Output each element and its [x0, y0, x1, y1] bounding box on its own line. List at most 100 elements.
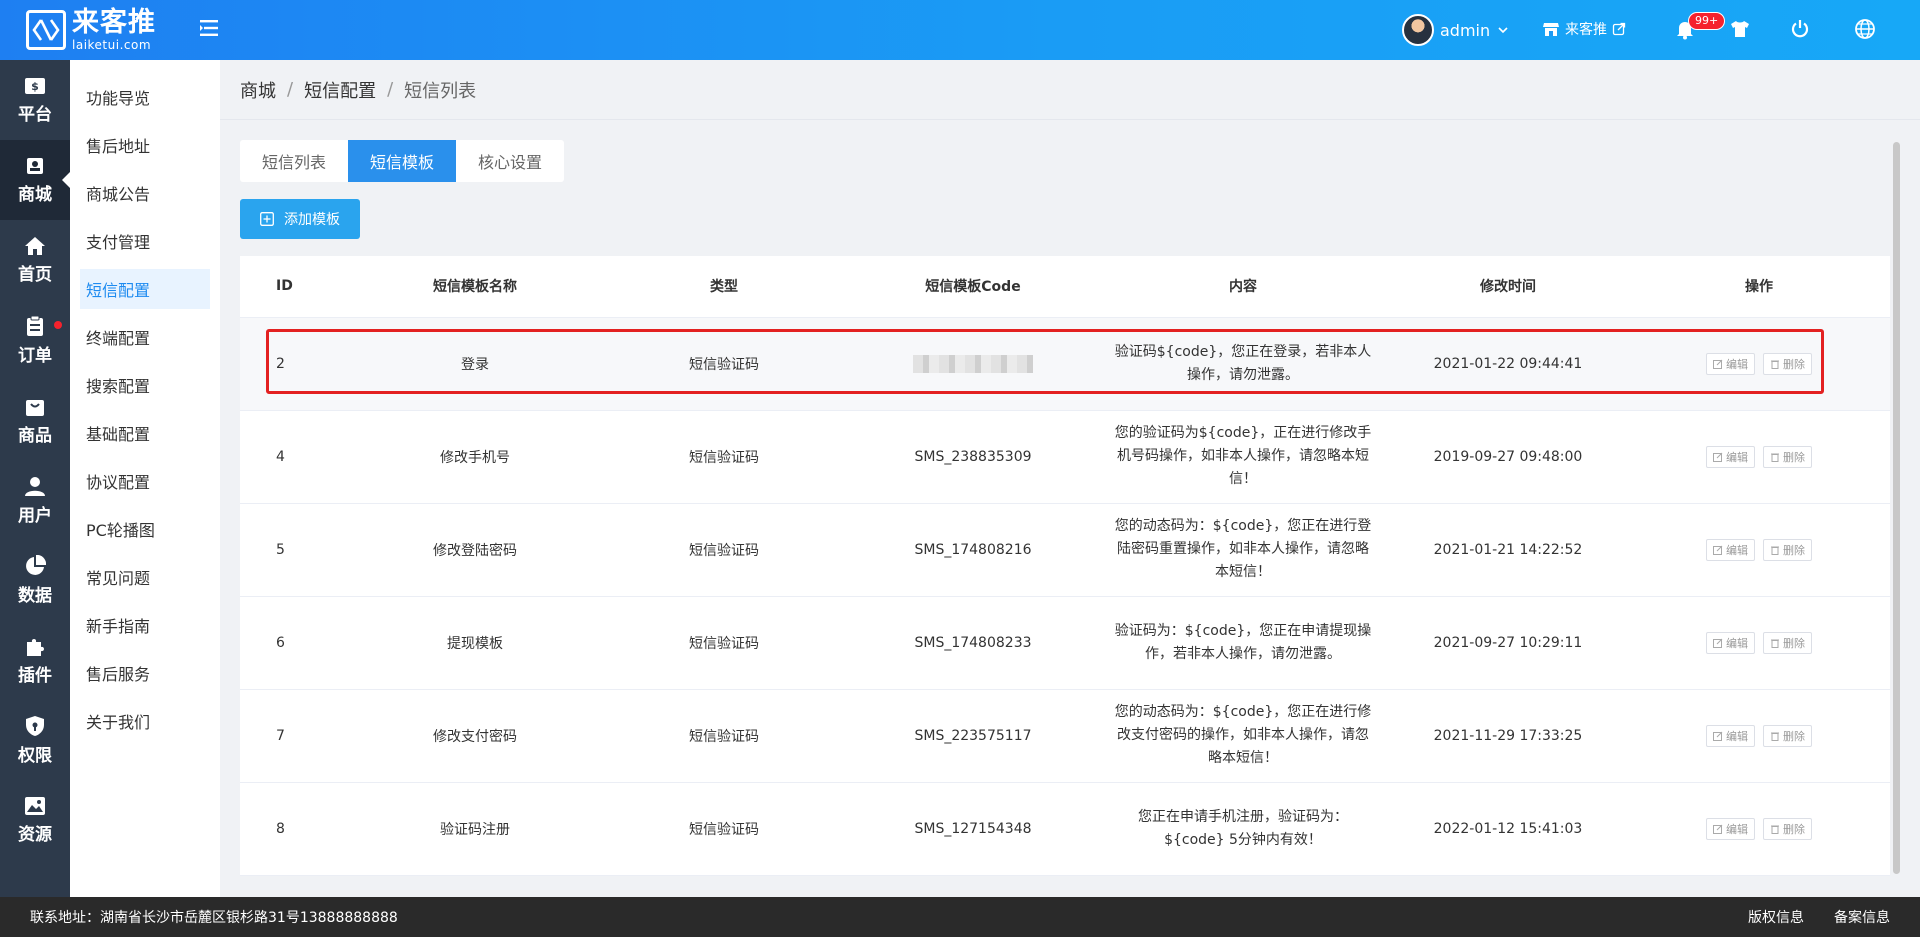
- logout-button[interactable]: [1789, 18, 1813, 42]
- cell-actions: 编辑 删除: [1628, 689, 1890, 783]
- cell-time: 2022-01-12 15:41:03: [1388, 782, 1628, 876]
- trash-icon: [1771, 732, 1779, 741]
- cell-id: 6: [240, 596, 350, 690]
- cell-name: 提现模板: [350, 596, 600, 690]
- cell-content: 您正在申请手机注册，验证码为：${code} 5分钟内有效！: [1098, 782, 1388, 876]
- shop-link[interactable]: 来客推: [1542, 19, 1626, 39]
- nav-label: 数据: [18, 585, 52, 606]
- delete-button[interactable]: 删除: [1763, 817, 1812, 840]
- shield-icon: [26, 715, 44, 736]
- nav-item-home[interactable]: 首页: [0, 220, 70, 300]
- nav-label: 首页: [18, 264, 52, 285]
- cell-time: 2021-09-27 10:29:11: [1388, 596, 1628, 690]
- main-nav: $ 平台 商城 首页 订单 商品 用户 数据 插件 权限 资源: [0, 60, 70, 897]
- edit-button[interactable]: 编辑: [1706, 445, 1755, 468]
- home-icon: [25, 236, 45, 255]
- delete-button[interactable]: 删除: [1763, 445, 1812, 468]
- vertical-scrollbar[interactable]: [1893, 142, 1900, 874]
- submenu-item[interactable]: 常见问题: [80, 557, 210, 597]
- content-text: 您正在申请手机注册，验证码为：${code} 5分钟内有效！: [1138, 808, 1348, 848]
- nav-label: 资源: [18, 824, 52, 845]
- breadcrumb-separator: /: [287, 79, 294, 100]
- external-link-icon: [1612, 22, 1626, 36]
- cell-actions: 编辑 删除: [1628, 503, 1890, 597]
- edit-label: 编辑: [1726, 730, 1748, 743]
- cell-id: 7: [240, 689, 350, 783]
- submenu-item[interactable]: 售后地址: [80, 125, 210, 165]
- submenu-item-sms-config[interactable]: 短信配置: [80, 269, 210, 309]
- edit-button[interactable]: 编辑: [1706, 538, 1755, 561]
- nav-item-plugins[interactable]: 插件: [0, 620, 70, 700]
- language-button[interactable]: [1854, 18, 1878, 42]
- add-template-button[interactable]: 添加模板: [240, 199, 360, 239]
- cell-time: 2021-01-22 09:44:41: [1388, 317, 1628, 411]
- tab-sms-template[interactable]: 短信模板: [348, 140, 457, 182]
- submenu-item[interactable]: 搜索配置: [80, 365, 210, 405]
- user-menu[interactable]: admin: [1402, 14, 1510, 46]
- footer-record-link[interactable]: 备案信息: [1834, 907, 1890, 927]
- nav-item-goods[interactable]: 商品: [0, 380, 70, 460]
- cell-code: SMS_223575117: [848, 689, 1098, 783]
- cell-actions: 编辑 删除: [1628, 782, 1890, 876]
- footer-copyright-link[interactable]: 版权信息: [1748, 907, 1804, 927]
- table-row: 2 登录 短信验证码 验证码${code}，您正在登录，若非本人操作，请勿泄露。…: [240, 317, 1890, 411]
- nav-label: 插件: [18, 665, 52, 686]
- edit-label: 编辑: [1726, 637, 1748, 650]
- submenu-item[interactable]: 功能导览: [80, 77, 210, 117]
- nav-item-platform[interactable]: $ 平台: [0, 60, 70, 140]
- tab-sms-list[interactable]: 短信列表: [240, 140, 348, 182]
- nav-item-data[interactable]: 数据: [0, 540, 70, 620]
- theme-button[interactable]: [1729, 18, 1753, 42]
- cell-actions: 编辑 删除: [1628, 317, 1890, 411]
- breadcrumb-item[interactable]: 短信配置: [304, 77, 376, 103]
- nav-item-store[interactable]: 商城: [0, 140, 70, 220]
- logo-name: 来客推: [72, 7, 156, 38]
- trash-icon: [1771, 546, 1779, 555]
- submenu-item[interactable]: 终端配置: [80, 317, 210, 357]
- submenu-item[interactable]: 支付管理: [80, 221, 210, 261]
- globe-icon: [1855, 19, 1875, 39]
- submenu-item[interactable]: 商城公告: [80, 173, 210, 213]
- edit-button[interactable]: 编辑: [1706, 631, 1755, 654]
- nav-item-permissions[interactable]: 权限: [0, 700, 70, 780]
- edit-icon: [1713, 452, 1723, 462]
- submenu-item[interactable]: PC轮播图: [80, 509, 210, 549]
- delete-label: 删除: [1783, 637, 1805, 650]
- submenu-item[interactable]: 协议配置: [80, 461, 210, 501]
- submenu-item[interactable]: 基础配置: [80, 413, 210, 453]
- cell-name: 验证码注册: [350, 782, 600, 876]
- edit-icon: [1713, 638, 1723, 648]
- table-row: 6 提现模板 短信验证码 SMS_174808233 验证码为：${code}，…: [240, 596, 1890, 690]
- nav-item-users[interactable]: 用户: [0, 460, 70, 540]
- tab-core-settings[interactable]: 核心设置: [456, 140, 564, 182]
- notification-bell[interactable]: 99+: [1674, 12, 1726, 42]
- cell-time: 2021-01-21 14:22:52: [1388, 503, 1628, 597]
- nav-item-orders[interactable]: 订单: [0, 300, 70, 380]
- nav-item-resources[interactable]: 资源: [0, 780, 70, 860]
- delete-button[interactable]: 删除: [1763, 538, 1812, 561]
- nav-label: 权限: [18, 745, 52, 766]
- edit-icon: [1713, 824, 1723, 834]
- edit-button[interactable]: 编辑: [1706, 724, 1755, 747]
- edit-button[interactable]: 编辑: [1706, 352, 1755, 375]
- delete-label: 删除: [1783, 451, 1805, 464]
- delete-button[interactable]: 删除: [1763, 352, 1812, 375]
- sub-menu: 功能导览 售后地址 商城公告 支付管理 短信配置 终端配置 搜索配置 基础配置 …: [70, 60, 220, 897]
- submenu-item[interactable]: 关于我们: [80, 701, 210, 741]
- breadcrumb-item[interactable]: 商城: [240, 77, 276, 103]
- submenu-item[interactable]: 新手指南: [80, 605, 210, 645]
- edit-button[interactable]: 编辑: [1706, 817, 1755, 840]
- cell-actions: 编辑 删除: [1628, 596, 1890, 690]
- logo[interactable]: 来客推 laiketui.com: [26, 9, 156, 51]
- cell-content: 您的动态码为：${code}，您正在进行修改支付密码的操作，如非本人操作，请忽略…: [1098, 689, 1388, 783]
- tab-bar: 短信列表 短信模板 核心设置: [240, 140, 565, 182]
- delete-button[interactable]: 删除: [1763, 631, 1812, 654]
- submenu-item[interactable]: 售后服务: [80, 653, 210, 693]
- cell-name: 修改登陆密码: [350, 503, 600, 597]
- column-header: ID: [240, 256, 350, 318]
- delete-button[interactable]: 删除: [1763, 724, 1812, 747]
- notification-dot: [54, 321, 62, 329]
- cell-id: 4: [240, 410, 350, 504]
- menu-toggle-icon[interactable]: [198, 17, 220, 39]
- breadcrumb: 商城 / 短信配置 / 短信列表: [220, 60, 1920, 120]
